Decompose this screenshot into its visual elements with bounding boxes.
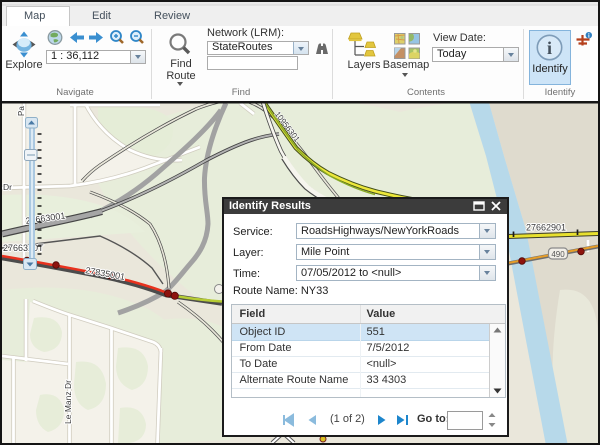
svg-text:27662901: 27662901 bbox=[526, 223, 566, 233]
svg-text:i: i bbox=[547, 38, 552, 58]
svg-text:490: 490 bbox=[551, 250, 565, 259]
svg-text:Dr: Dr bbox=[3, 182, 12, 192]
svg-text:Le Manz Dr: Le Manz Dr bbox=[63, 380, 73, 424]
